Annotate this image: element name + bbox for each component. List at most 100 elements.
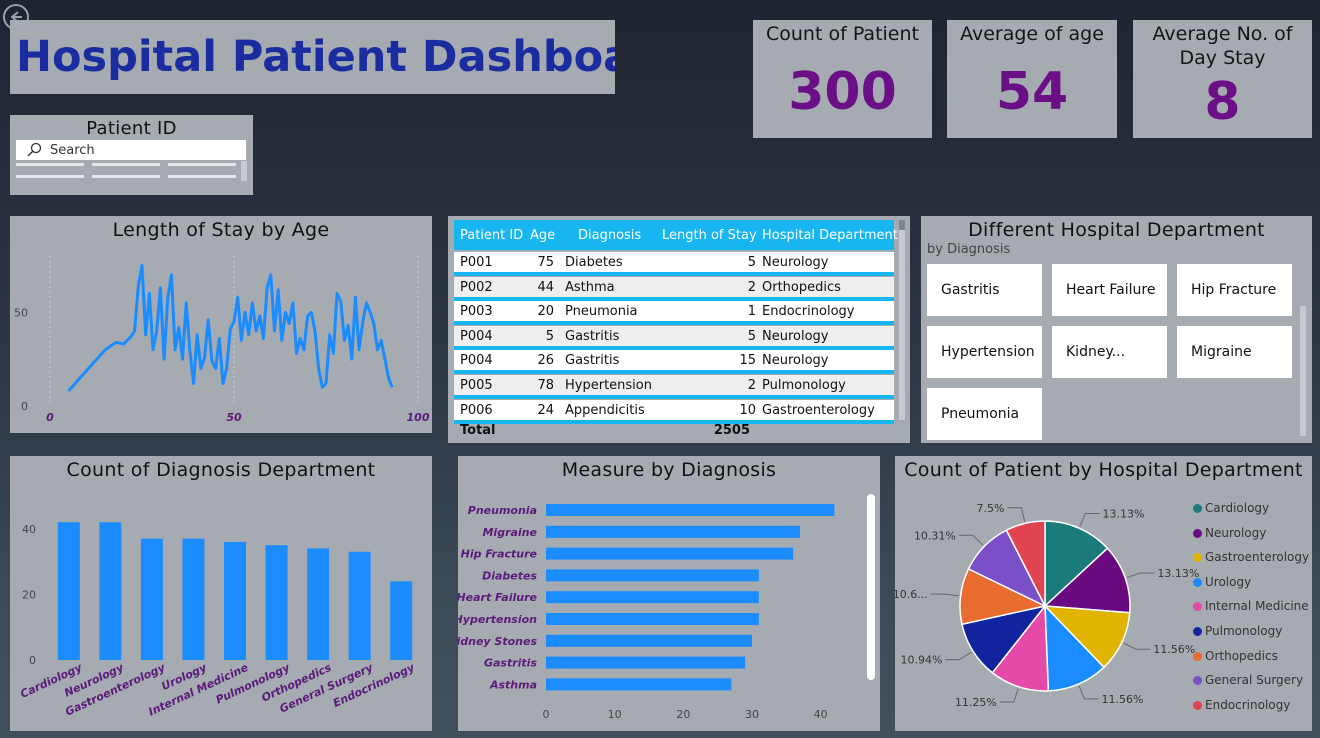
bar[interactable]: [99, 522, 122, 660]
y-tick-label: Asthma: [489, 678, 537, 691]
bar[interactable]: [390, 581, 413, 660]
y-tick-label: 0: [29, 654, 36, 667]
kpi-label: Average of age: [960, 23, 1104, 45]
table-row[interactable]: P003 20 Pneumonia 1 Endocrinology: [454, 301, 894, 322]
slicer-tile[interactable]: Migraine: [1177, 326, 1292, 378]
y-tick-label: Heart Failure: [458, 591, 538, 604]
bar[interactable]: [546, 678, 732, 691]
table-row[interactable]: P006 24 Appendicitis 10 Gastroenterology: [454, 399, 894, 420]
legend-swatch: [1193, 627, 1202, 636]
table-cell: P003: [460, 304, 493, 320]
slicer-scrollbar[interactable]: [241, 161, 247, 181]
chart-scrollbar[interactable]: [867, 494, 875, 680]
table-row[interactable]: P005 78 Hypertension 2 Pulmonology: [454, 375, 894, 395]
bar[interactable]: [307, 548, 330, 660]
legend-item[interactable]: Cardiology: [1193, 501, 1269, 515]
legend-label: General Surgery: [1205, 673, 1304, 688]
row-separator: [454, 321, 894, 326]
bar[interactable]: [348, 551, 371, 660]
column-header[interactable]: Age: [530, 228, 555, 243]
slicer-item[interactable]: [16, 163, 84, 166]
leader-line: [945, 651, 972, 661]
column-header[interactable]: Patient ID: [460, 228, 523, 243]
leader-line: [1007, 507, 1026, 522]
x-tick-label: 40: [814, 708, 828, 721]
bar[interactable]: [182, 538, 205, 660]
table-cell: 5: [747, 328, 756, 344]
legend-label: Orthopedics: [1205, 648, 1278, 663]
column-header[interactable]: Diagnosis: [578, 228, 641, 243]
legend-label: Pulmonology: [1205, 624, 1283, 638]
bar[interactable]: [546, 591, 759, 604]
bar[interactable]: [546, 613, 759, 625]
slicer-tile[interactable]: Hip Fracture: [1177, 264, 1292, 316]
table-cell: Appendicitis: [565, 402, 645, 418]
legend-item[interactable]: Pulmonology: [1193, 624, 1282, 638]
patient-id-slicer: Patient ID Search: [10, 115, 253, 195]
slicer-tile[interactable]: Gastritis: [927, 264, 1042, 316]
data-label: 13.13%: [1102, 507, 1144, 520]
bar[interactable]: [265, 545, 288, 660]
legend-swatch: [1193, 504, 1202, 513]
legend-item[interactable]: Urology: [1193, 575, 1251, 589]
slicer-item[interactable]: [168, 175, 236, 178]
table-cell: Gastritis: [565, 353, 620, 369]
legend-item[interactable]: Gastroenterology: [1193, 550, 1309, 564]
data-label: 10.31%: [914, 529, 956, 542]
series-line[interactable]: [67, 263, 394, 392]
legend-item[interactable]: Neurology: [1193, 526, 1266, 540]
kpi-card-average-age: Average of age 54: [947, 20, 1117, 138]
slicer-tile[interactable]: Kidney...: [1052, 326, 1167, 378]
data-label: 10.6...: [895, 588, 928, 601]
table-row[interactable]: P002 44 Asthma 2 Orthopedics: [454, 276, 894, 297]
bar[interactable]: [546, 656, 746, 669]
slicer-scrollbar[interactable]: [1300, 306, 1306, 436]
legend-item[interactable]: Endocrinology: [1193, 698, 1290, 712]
column-header[interactable]: Length of Stay: [662, 228, 757, 243]
bar[interactable]: [224, 541, 246, 660]
search-input[interactable]: Search: [16, 140, 246, 160]
table-cell: Pneumonia: [565, 304, 638, 320]
bar[interactable]: [140, 538, 163, 660]
legend-swatch: [1193, 553, 1202, 563]
tile-label: Hip Fracture: [1191, 282, 1277, 298]
table-cell: Diabetes: [565, 255, 623, 270]
y-tick-label: 40: [22, 523, 36, 536]
slicer-tile[interactable]: Pneumonia: [927, 388, 1042, 440]
y-tick-label: Migraine: [482, 526, 537, 539]
bar[interactable]: [546, 525, 801, 538]
y-tick-label: Hypertension: [458, 613, 537, 626]
y-tick-label: Kidney Stones: [458, 635, 537, 648]
slicer-item[interactable]: [16, 175, 84, 178]
bar[interactable]: [546, 569, 759, 582]
kpi-value: 300: [788, 62, 897, 122]
slicer-tile[interactable]: Heart Failure: [1052, 264, 1167, 316]
bar[interactable]: [546, 634, 752, 647]
total-label: Total: [460, 423, 496, 438]
legend-item[interactable]: General Surgery: [1193, 673, 1303, 687]
table-row[interactable]: P001 75 Diabetes 5 Neurology: [454, 252, 894, 272]
legend-item[interactable]: Internal Medicine: [1193, 599, 1309, 613]
kpi-label: Count of Patient: [766, 23, 919, 45]
table-cell: Neurology: [762, 255, 829, 270]
leader-line: [930, 593, 959, 597]
slicer-item[interactable]: [168, 163, 236, 166]
legend-swatch: [1193, 577, 1202, 587]
bar[interactable]: [546, 547, 794, 560]
leader-line: [1127, 572, 1155, 578]
table-scrollbar[interactable]: [899, 220, 905, 420]
table-row[interactable]: P004 26 Gastritis 15 Neurology: [454, 350, 894, 371]
table-cell: Gastroenterology: [762, 402, 875, 418]
legend-label: Neurology: [1205, 525, 1267, 540]
table-row[interactable]: P004 5 Gastritis 5 Neurology: [454, 325, 894, 346]
slicer-item[interactable]: [92, 175, 160, 178]
data-label: 11.25%: [955, 696, 997, 709]
hbar-chart-plot: 0 10 20 30 40 Pneumonia Migraine Hip Fracture Di…: [458, 504, 835, 721]
bar[interactable]: [546, 504, 835, 516]
x-tick-label: 0: [543, 708, 550, 721]
slicer-tile[interactable]: Hypertension: [927, 326, 1042, 378]
bar[interactable]: [57, 522, 80, 660]
slicer-item[interactable]: [92, 163, 160, 166]
column-header[interactable]: Hospital Department: [762, 228, 898, 243]
legend-item[interactable]: Orthopedics: [1193, 649, 1278, 663]
